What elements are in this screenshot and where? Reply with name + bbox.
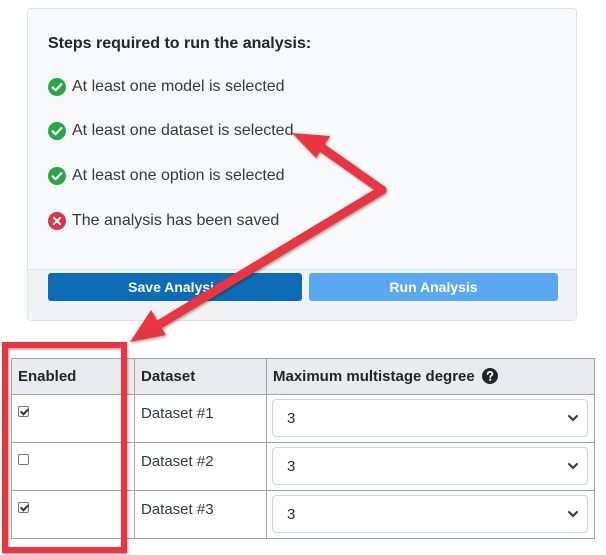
- step-analysis-saved: The analysis has been saved: [48, 211, 279, 231]
- dataset-cell: Dataset #2: [134, 442, 267, 491]
- steps-title: Steps required to run the analysis:: [48, 35, 312, 52]
- degree-value: 3: [287, 457, 296, 475]
- dataset-name: Dataset #3: [141, 501, 214, 518]
- degree-select[interactable]: 3: [272, 447, 588, 485]
- chevron-down-icon: [568, 511, 578, 517]
- degree-select[interactable]: 3: [272, 495, 588, 533]
- table-row: Dataset #3 3: [11, 490, 595, 539]
- step-option-selected: At least one option is selected: [48, 166, 285, 186]
- degree-cell: 3: [266, 490, 595, 539]
- table-header-row: Enabled Dataset Maximum multistage degre…: [11, 358, 595, 395]
- enabled-cell: [11, 394, 135, 443]
- question-circle-icon[interactable]: [481, 368, 498, 384]
- degree-value: 3: [287, 505, 296, 523]
- enabled-column-header: Enabled: [11, 358, 135, 395]
- dataset-name: Dataset #2: [141, 453, 214, 470]
- dataset-name: Dataset #1: [141, 405, 214, 422]
- table-row: Dataset #1 3: [11, 394, 595, 443]
- chevron-down-icon: [568, 463, 578, 469]
- table-row: Dataset #2 3: [11, 442, 595, 491]
- run-analysis-button[interactable]: Run Analysis: [309, 273, 558, 301]
- enabled-checkbox[interactable]: [18, 502, 29, 513]
- enabled-cell: [11, 490, 135, 539]
- enabled-checkbox[interactable]: [18, 406, 29, 417]
- step-dataset-selected: At least one dataset is selected: [48, 121, 293, 141]
- check-circle-icon: [48, 122, 66, 140]
- degree-value: 3: [287, 409, 296, 427]
- degree-column-header: Maximum multistage degree: [266, 358, 595, 395]
- check-circle-icon: [48, 167, 66, 185]
- dataset-column-header: Dataset: [134, 358, 267, 395]
- dataset-cell: Dataset #1: [134, 394, 267, 443]
- degree-cell: 3: [266, 442, 595, 491]
- degree-header-label: Maximum multistage degree: [273, 368, 475, 385]
- step-label: The analysis has been saved: [72, 212, 280, 229]
- degree-select[interactable]: 3: [272, 399, 588, 437]
- step-model-selected: At least one model is selected: [48, 77, 285, 97]
- chevron-down-icon: [568, 415, 578, 421]
- requirements-body: Steps required to run the analysis: At l…: [28, 9, 576, 269]
- step-label: At least one dataset is selected: [72, 122, 294, 139]
- enabled-cell: [11, 442, 135, 491]
- check-circle-icon: [48, 78, 66, 96]
- step-label: At least one option is selected: [72, 167, 285, 184]
- dataset-cell: Dataset #3: [134, 490, 267, 539]
- degree-cell: 3: [266, 394, 595, 443]
- enabled-checkbox[interactable]: [18, 454, 29, 465]
- x-circle-icon: [48, 212, 66, 230]
- step-label: At least one model is selected: [72, 78, 285, 95]
- datasets-table: Enabled Dataset Maximum multistage degre…: [11, 358, 595, 539]
- save-analysis-button[interactable]: Save Analysis: [48, 273, 302, 301]
